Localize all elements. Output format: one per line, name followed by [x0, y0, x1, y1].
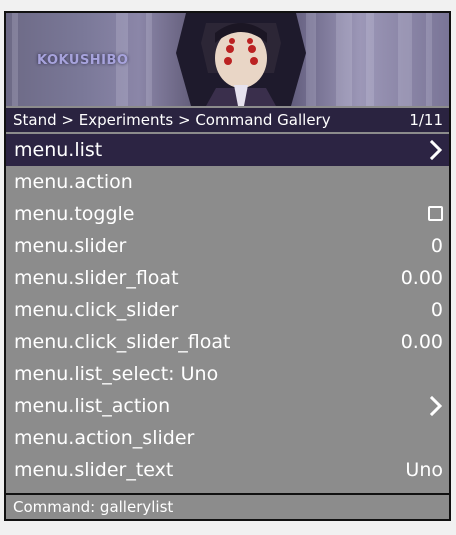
chevron-right-icon: [429, 139, 443, 160]
menu-item-list[interactable]: menu.list: [6, 134, 449, 166]
menu-item-label: menu.list_select: Uno: [14, 362, 219, 385]
menu-item-toggle[interactable]: menu.toggle: [6, 198, 449, 230]
slider-value: 0: [430, 234, 443, 257]
page: KOKUSHIBO Stand > Experiments > Command …: [0, 0, 456, 535]
checkbox-icon[interactable]: [428, 206, 443, 221]
menu-item-label: menu.slider_float: [14, 266, 179, 289]
menu-item-slider-float[interactable]: menu.slider_float 0.00: [6, 262, 449, 294]
menu-item-list-select[interactable]: menu.list_select: Uno: [6, 358, 449, 390]
menu-item-list-action[interactable]: menu.list_action: [6, 390, 449, 422]
menu-item-label: menu.list_action: [14, 394, 171, 417]
header-banner: KOKUSHIBO: [6, 13, 449, 106]
menu-item-label: menu.click_slider_float: [14, 330, 231, 353]
stand-menu: KOKUSHIBO Stand > Experiments > Command …: [4, 11, 451, 521]
command-footer: Command: gallerylist: [6, 493, 449, 519]
breadcrumb: Stand > Experiments > Command Gallery 1/…: [6, 108, 449, 132]
page-counter: 1/11: [409, 111, 443, 129]
menu-item-label: menu.slider_text: [14, 458, 174, 481]
menu-items: menu.list menu.action menu.toggle menu.s…: [6, 134, 449, 486]
slider-value: Uno: [405, 458, 443, 481]
slider-value: 0.00: [400, 266, 443, 289]
menu-item-action-slider[interactable]: menu.action_slider: [6, 422, 449, 454]
menu-item-label: menu.action: [14, 170, 133, 193]
menu-item-label: menu.list: [14, 138, 103, 161]
banner-character-art: [176, 13, 306, 106]
banner-logo: KOKUSHIBO: [37, 53, 129, 68]
menu-item-action[interactable]: menu.action: [6, 166, 449, 198]
chevron-right-icon: [429, 395, 443, 416]
menu-item-click-slider[interactable]: menu.click_slider 0: [6, 294, 449, 326]
breadcrumb-path: Stand > Experiments > Command Gallery: [13, 111, 331, 129]
slider-value: 0: [430, 298, 443, 321]
menu-item-label: menu.click_slider: [14, 298, 179, 321]
menu-item-label: menu.action_slider: [14, 426, 195, 449]
menu-item-label: menu.toggle: [14, 202, 135, 225]
menu-item-slider-text[interactable]: menu.slider_text Uno: [6, 454, 449, 486]
slider-value: 0.00: [400, 330, 443, 353]
command-text: Command: gallerylist: [13, 498, 174, 516]
menu-item-label: menu.slider: [14, 234, 127, 257]
menu-item-slider[interactable]: menu.slider 0: [6, 230, 449, 262]
menu-item-click-slider-float[interactable]: menu.click_slider_float 0.00: [6, 326, 449, 358]
